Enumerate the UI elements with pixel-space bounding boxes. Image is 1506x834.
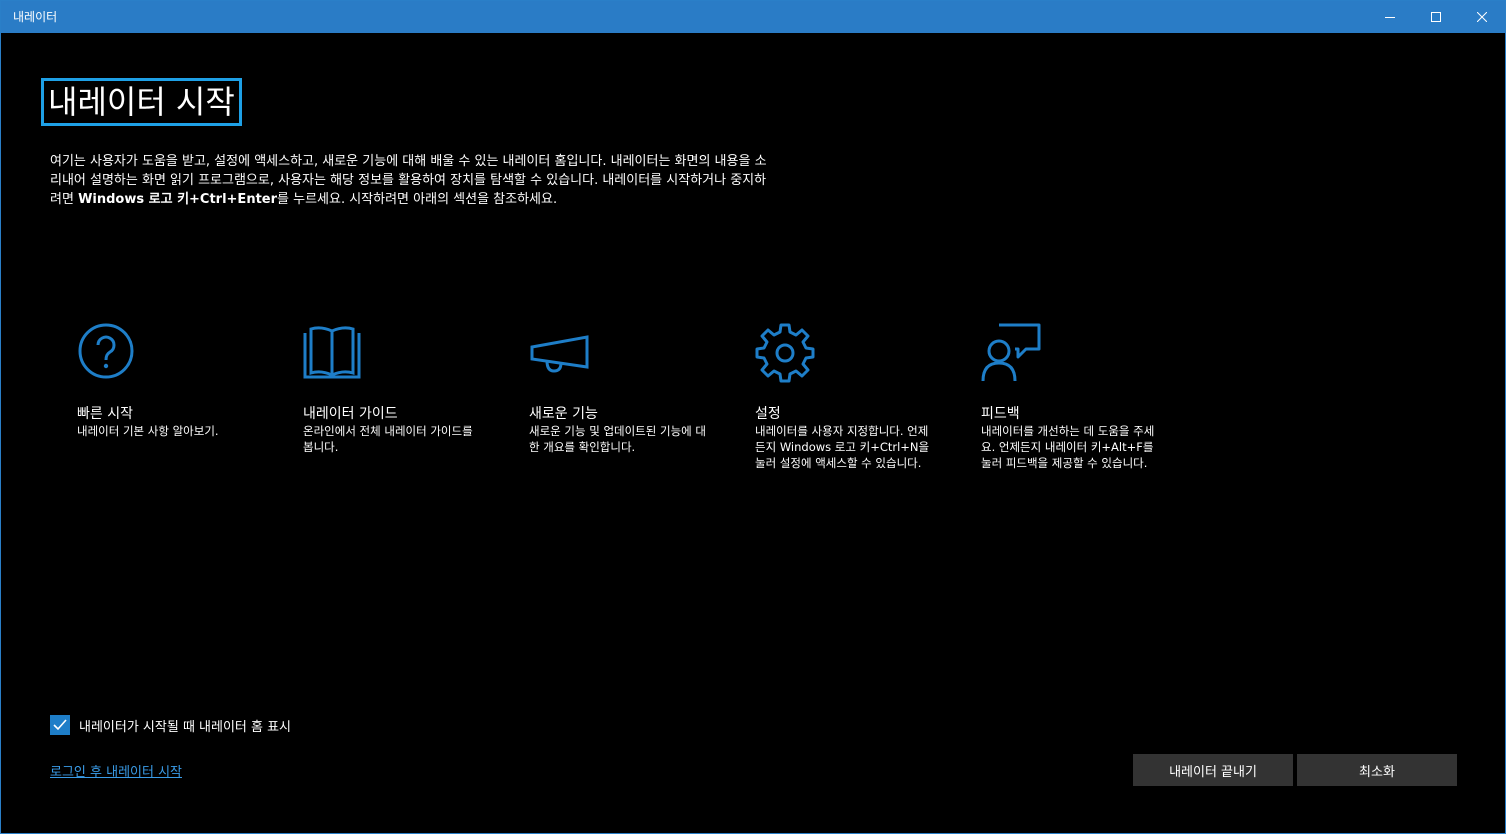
checkbox-label: 내레이터가 시작될 때 내레이터 홈 표시 [79, 719, 292, 735]
feedback-icon [981, 323, 1041, 382]
card-title: 새로운 기능 [529, 406, 598, 422]
window-title: 내레이터 [13, 10, 58, 24]
card-title: 설정 [755, 406, 781, 422]
page-heading: 내레이터 시작 [41, 78, 242, 126]
card-quick-start[interactable]: 빠른 시작 내레이터 기본 사항 알아보기. [77, 319, 257, 439]
card-description: 온라인에서 전체 내레이터 가이드를 봅니다. [303, 424, 473, 454]
start-after-signin-link[interactable]: 로그인 후 내레이터 시작 [50, 761, 182, 780]
card-description: 내레이터 기본 사항 알아보기. [77, 424, 219, 438]
card-description: 내레이터를 사용자 지정합니다. 언제든지 Windows 로고 키+Ctrl+… [755, 424, 930, 470]
show-home-option[interactable]: 내레이터가 시작될 때 내레이터 홈 표시 [50, 715, 291, 735]
minimize-icon [1385, 17, 1395, 18]
card-description: 내레이터를 개선하는 데 도움을 주세요. 언제든지 내레이터 키+Alt+F를… [981, 424, 1155, 470]
gear-icon [755, 323, 815, 383]
card-title: 빠른 시작 [77, 406, 133, 422]
question-icon [78, 323, 134, 379]
maximize-icon [1431, 12, 1441, 22]
checkmark-icon [53, 719, 67, 731]
intro-paragraph: 여기는 사용자가 도움을 받고, 설정에 액세스하고, 새로운 기능에 대해 배… [50, 152, 770, 209]
close-window-button[interactable] [1459, 1, 1505, 33]
card-feedback[interactable]: 피드백 내레이터를 개선하는 데 도움을 주세요. 언제든지 내레이터 키+Al… [981, 319, 1161, 471]
title-bar: 내레이터 [1, 1, 1505, 33]
exit-narrator-button[interactable]: 내레이터 끝내기 [1133, 754, 1293, 786]
card-description: 새로운 기능 및 업데이트된 기능에 대한 개요를 확인합니다. [529, 424, 706, 454]
card-whats-new[interactable]: 새로운 기능 새로운 기능 및 업데이트된 기능에 대한 개요를 확인합니다. [529, 319, 709, 455]
minimize-button[interactable]: 최소화 [1297, 754, 1457, 786]
intro-shortcut: Windows 로고 키+Ctrl+Enter [78, 192, 278, 207]
close-icon [1477, 12, 1487, 22]
minimize-window-button[interactable] [1367, 1, 1413, 33]
book-icon [303, 326, 361, 379]
maximize-window-button[interactable] [1413, 1, 1459, 33]
narrator-window: 내레이터 내레이터 시작 여기는 사용자가 도움을 받고, 설정에 액세스하고,… [0, 0, 1506, 834]
card-settings[interactable]: 설정 내레이터를 사용자 지정합니다. 언제든지 Windows 로고 키+Ct… [755, 319, 935, 471]
page-title: 내레이터 시작 [48, 83, 235, 121]
show-home-checkbox[interactable] [50, 715, 70, 735]
card-title: 내레이터 가이드 [303, 406, 398, 422]
megaphone-icon [530, 335, 589, 373]
card-narrator-guide[interactable]: 내레이터 가이드 온라인에서 전체 내레이터 가이드를 봅니다. [303, 319, 483, 455]
intro-text-2: 를 누르세요. 시작하려면 아래의 섹션을 참조하세요. [277, 192, 558, 207]
card-title: 피드백 [981, 406, 1020, 422]
